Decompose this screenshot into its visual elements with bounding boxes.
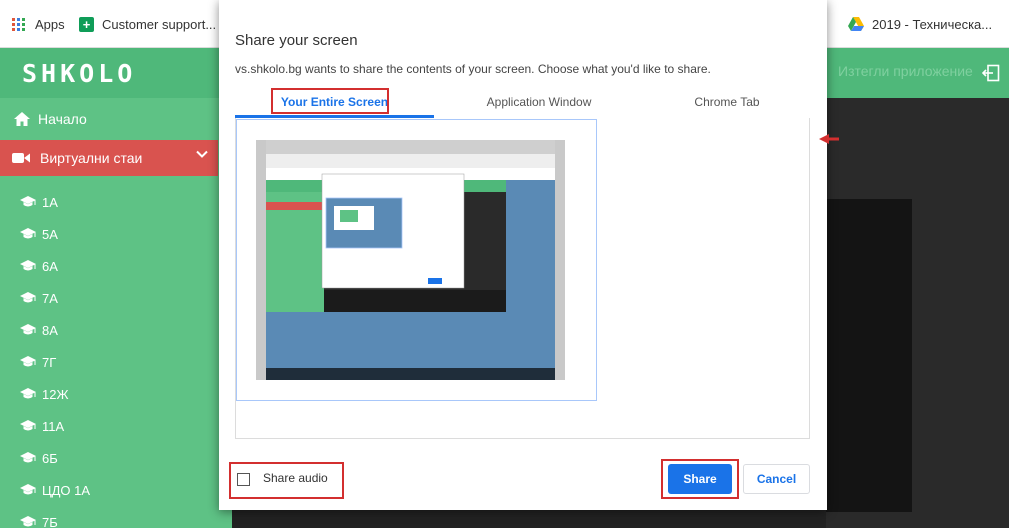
bookmark-tech[interactable]: 2019 - Техническа... (848, 14, 992, 34)
share-screen-dialog: Share your screen vs.shkolo.bg wants to … (219, 0, 839, 510)
graduation-cap-icon (20, 452, 36, 463)
video-camera-icon (12, 153, 30, 163)
cancel-button[interactable]: Cancel (743, 464, 810, 494)
annotation-arrow-icon (819, 134, 839, 144)
sidebar-class-item[interactable]: 7Б (20, 512, 58, 528)
sidebar-class-item[interactable]: 1А (20, 192, 58, 212)
graduation-cap-icon (20, 292, 36, 303)
bookmark-customer-support[interactable]: + Customer support... (79, 14, 216, 34)
shkolo-logo[interactable]: SHKOLO (22, 59, 136, 88)
logout-icon[interactable] (982, 64, 1000, 82)
share-audio-checkbox[interactable] (237, 473, 250, 486)
chevron-down-icon (196, 150, 208, 158)
sidebar-class-item[interactable]: 7А (20, 288, 58, 308)
sidebar-class-item[interactable]: ЦДО 1А (20, 480, 90, 500)
sidebar-class-item[interactable]: 6А (20, 256, 58, 276)
sidebar-class-label: 12Ж (42, 386, 69, 402)
tab-application-window[interactable]: Application Window (434, 89, 644, 117)
sidebar-item-virtual-rooms[interactable]: Виртуални стаи (0, 140, 218, 176)
sidebar-class-item[interactable]: 7Г (20, 352, 56, 372)
dialog-title: Share your screen (235, 32, 358, 49)
screen-thumbnail[interactable] (256, 140, 565, 380)
graduation-cap-icon (20, 516, 36, 527)
sidebar-item-home-label: Начало (38, 111, 87, 127)
sidebar-class-item[interactable]: 8А (20, 320, 58, 340)
bookmark-tech-label: 2019 - Техническа... (872, 16, 993, 32)
plus-icon: + (79, 16, 94, 32)
graduation-cap-icon (20, 484, 36, 495)
annotation-box-tab (271, 88, 389, 114)
sidebar-class-label: 5А (42, 226, 58, 242)
sidebar-class-item[interactable]: 11А (20, 416, 64, 436)
sidebar-class-label: 7Б (42, 514, 58, 528)
drive-icon (848, 17, 864, 31)
sidebar-class-label: 11А (42, 418, 65, 434)
graduation-cap-icon (20, 356, 36, 367)
video-placeholder (826, 199, 912, 512)
sidebar-class-label: 6А (42, 258, 58, 274)
graduation-cap-icon (20, 388, 36, 399)
bookmark-apps-label: Apps (35, 16, 65, 32)
graduation-cap-icon (20, 324, 36, 335)
graduation-cap-icon (20, 420, 36, 431)
sidebar-item-home[interactable]: Начало (0, 98, 232, 140)
sidebar-class-label: ЦДО 1А (42, 482, 91, 498)
sidebar-class-label: 7А (42, 290, 58, 306)
graduation-cap-icon (20, 260, 36, 271)
sidebar-class-label: 8А (42, 322, 58, 338)
bookmark-apps[interactable]: Apps (12, 14, 65, 34)
graduation-cap-icon (20, 228, 36, 239)
sidebar: Начало Виртуални стаи 1А 5А 6А 7А 8А 7Г 12Ж 11А… (0, 98, 232, 528)
sidebar-class-item[interactable]: 6Б (20, 448, 58, 468)
sidebar-item-virtual-rooms-label: Виртуални стаи (40, 150, 143, 166)
sidebar-class-label: 7Г (42, 354, 57, 370)
sidebar-class-item[interactable]: 12Ж (20, 384, 68, 404)
header-right-text[interactable]: Изтегли приложение (838, 63, 973, 79)
share-audio-label[interactable]: Share audio (263, 471, 328, 485)
tab-chrome-tab[interactable]: Chrome Tab (644, 89, 810, 117)
share-button[interactable]: Share (668, 464, 732, 494)
bookmark-customer-support-label: Customer support... (102, 16, 217, 32)
sidebar-class-item[interactable]: 5А (20, 224, 58, 244)
sidebar-class-label: 1А (42, 194, 58, 210)
graduation-cap-icon (20, 196, 36, 207)
apps-grid-icon (12, 17, 25, 31)
dialog-subtitle: vs.shkolo.bg wants to share the contents… (235, 62, 711, 76)
sidebar-class-label: 6Б (42, 450, 58, 466)
home-icon (14, 112, 30, 126)
screen-preview-image (256, 140, 565, 380)
